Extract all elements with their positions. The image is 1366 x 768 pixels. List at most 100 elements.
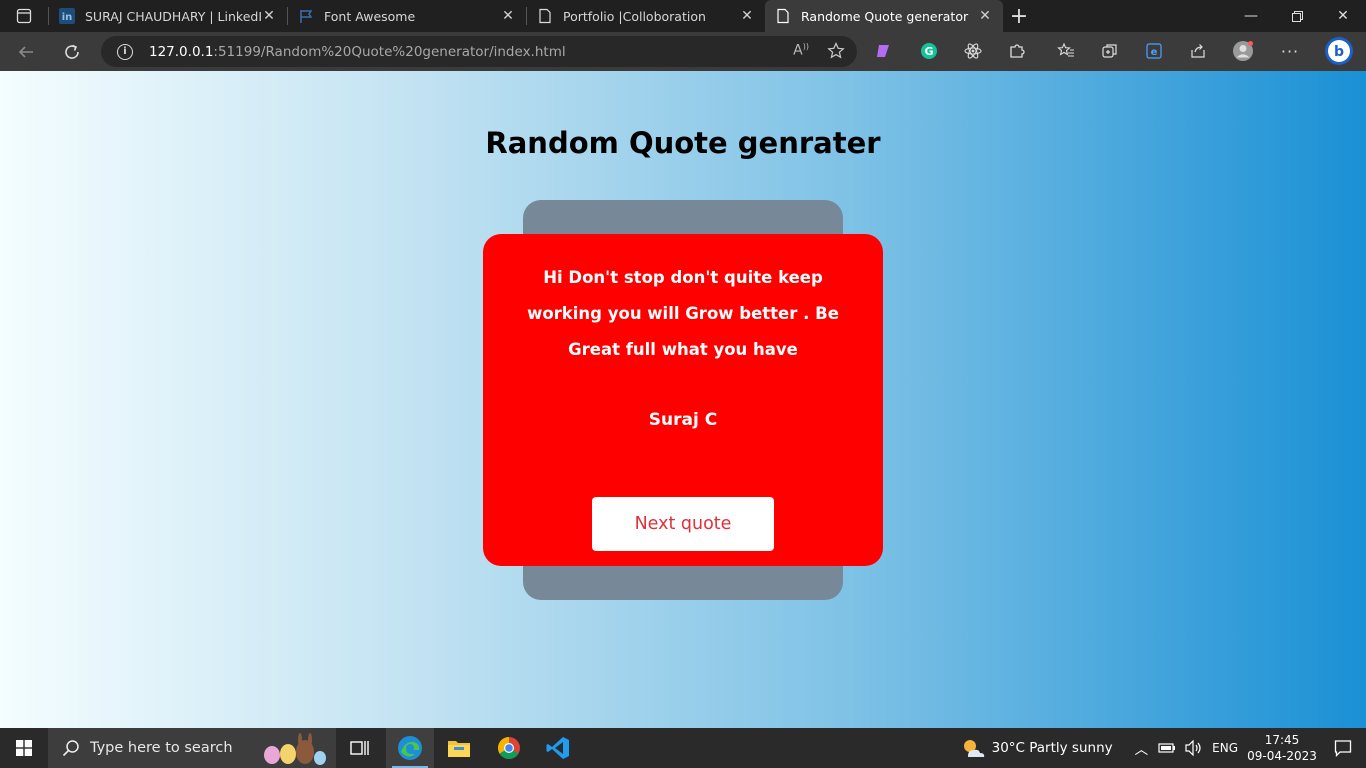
taskbar-edge[interactable] [386,728,434,768]
new-tab-button[interactable]: + [1003,0,1035,32]
bing-icon: b [1325,37,1353,65]
taskbar-vscode[interactable] [534,728,582,768]
url-host: 127.0.0.1 [149,43,214,60]
minimize-icon: — [1244,8,1258,24]
address-bar[interactable]: i 127.0.0.1:51199/Random%20Quote%20gener… [101,36,857,67]
quote-author: Suraj C [648,410,718,430]
linkedin-icon: in [59,8,75,24]
close-icon[interactable]: ✕ [739,8,755,24]
task-view-icon [350,741,369,755]
weather-icon[interactable] [960,736,986,760]
tab-title: SURAJ CHAUDHARY | LinkedIn [85,8,261,24]
tab-title: Randome Quote generator [801,8,969,24]
refresh-button[interactable] [52,36,92,68]
svg-text:e: e [1151,47,1158,58]
favorites-icon [1057,42,1074,57]
system-tray: 30°C Partly sunny ︿ ENG 17:45 09-04-2023 [960,728,1366,768]
windows-icon [16,740,32,756]
extension-icon [877,45,889,57]
vscode-icon [546,737,569,759]
tab-portfolio[interactable]: Portfolio |Colloboration ✕ [527,0,765,32]
quote-text: Hi Don't stop don't quite keep working y… [527,268,839,359]
quote-card: Hi Don't stop don't quite keep working y… [483,234,883,566]
notifications-button[interactable] [1320,728,1366,768]
ie-mode-icon: e [1146,43,1162,59]
react-icon [964,43,982,59]
arrow-left-icon [18,45,33,58]
easter-eggs-icon [264,733,326,765]
notification-icon [1334,740,1352,757]
close-window-button[interactable]: ✕ [1320,0,1366,32]
tab-quote-generator[interactable]: Randome Quote generator ✕ [765,0,1003,32]
language-indicator[interactable]: ENG [1212,741,1238,755]
close-icon[interactable]: ✕ [261,8,277,24]
favorites-button[interactable] [1055,40,1077,62]
svg-text:in: in [62,12,73,23]
weather-text[interactable]: 30°C Partly sunny [992,740,1113,756]
tab-actions-button[interactable] [0,0,48,32]
read-aloud-icon[interactable]: A)) [793,42,809,60]
minimize-button[interactable]: — [1228,0,1274,32]
tab-strip: in SURAJ CHAUDHARY | LinkedIn ✕ Font Awe… [0,0,1366,32]
volume-icon[interactable] [1184,740,1202,756]
plus-icon: + [1009,3,1029,29]
svg-text:G: G [924,45,933,58]
browser-toolbar: i 127.0.0.1:51199/Random%20Quote%20gener… [0,32,1366,71]
restore-button[interactable] [1274,0,1320,32]
ie-mode-button[interactable]: e [1143,40,1165,62]
page-icon [537,8,553,24]
taskbar: Type here to search 30°C Partly sunny ︿ … [0,728,1366,768]
edge-icon [398,736,422,760]
search-icon [62,740,79,757]
flag-icon [298,8,314,24]
restore-icon [1291,10,1303,22]
refresh-icon [65,44,79,59]
tab-linkedin[interactable]: in SURAJ CHAUDHARY | LinkedIn ✕ [49,0,287,32]
svg-text:b: b [1334,44,1344,60]
taskbar-file-explorer[interactable] [435,728,483,768]
collections-button[interactable] [1099,40,1121,62]
page-viewport: Random Quote genrater Hi Don't stop don'… [0,71,1366,728]
avatar [1233,41,1253,61]
grammarly-button[interactable]: G [918,40,940,62]
react-devtools-button[interactable] [962,40,984,62]
share-icon [1191,44,1205,58]
puzzle-icon [1010,44,1025,58]
clock[interactable]: 17:45 09-04-2023 [1244,732,1320,764]
next-quote-button[interactable]: Next quote [592,497,774,551]
url-path: :51199/Random%20Quote%20generator/index.… [213,43,566,60]
page-icon [775,8,791,24]
settings-menu-button[interactable]: ··· [1279,40,1301,62]
collections-icon [1102,44,1117,58]
add-favorite-icon[interactable] [827,42,845,60]
search-placeholder: Type here to search [90,740,233,756]
close-icon: ✕ [1337,8,1349,24]
task-view-button[interactable] [336,728,384,768]
folder-icon [448,741,470,757]
more-icon: ··· [1280,41,1300,61]
grammarly-icon: G [921,43,937,59]
chevron-up-icon[interactable]: ︿ [1135,738,1149,758]
info-icon[interactable]: i [117,43,133,60]
tab-actions-icon [16,8,32,24]
share-button[interactable] [1187,40,1209,62]
battery-icon[interactable] [1158,742,1176,754]
back-button[interactable] [6,36,46,68]
chrome-icon [498,737,520,759]
window-controls: — ✕ [1228,0,1366,32]
close-icon[interactable]: ✕ [977,8,993,24]
page-title: Random Quote genrater [485,126,881,160]
tab-title: Portfolio |Colloboration [563,8,706,24]
extension-button[interactable] [873,40,895,62]
start-button[interactable] [0,728,48,768]
clock-time: 17:45 [1264,733,1300,747]
close-icon[interactable]: ✕ [500,8,516,24]
profile-button[interactable] [1232,40,1254,62]
bing-chat-button[interactable]: b [1324,36,1354,66]
taskbar-search[interactable]: Type here to search [48,728,336,768]
extensions-button[interactable] [1006,40,1028,62]
tab-font-awesome[interactable]: Font Awesome ✕ [288,0,526,32]
taskbar-chrome[interactable] [485,728,533,768]
tab-title: Font Awesome [324,8,416,24]
clock-date: 09-04-2023 [1247,749,1317,763]
